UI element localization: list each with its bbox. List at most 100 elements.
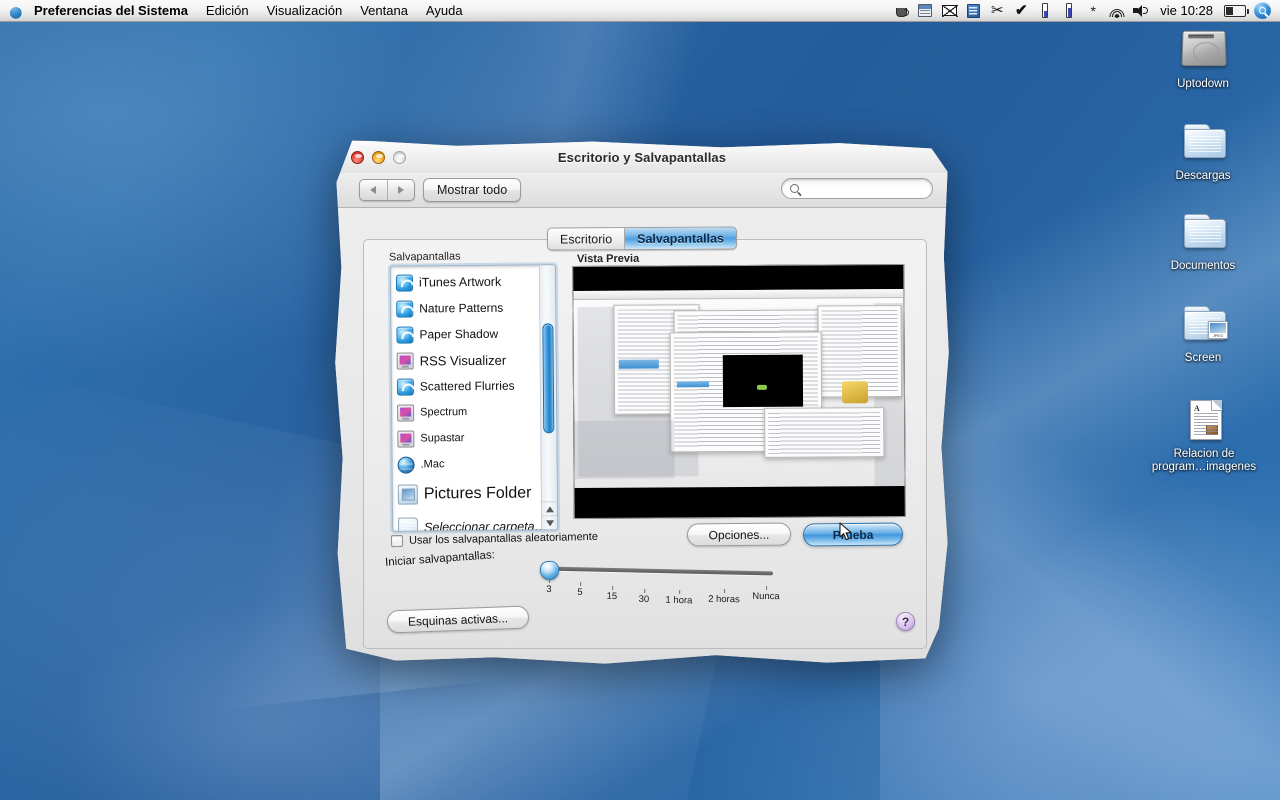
wifi-icon[interactable] bbox=[1105, 0, 1129, 22]
list-item[interactable]: Scattered Flurries bbox=[395, 372, 540, 399]
list-item-label: Pictures Folder bbox=[423, 484, 532, 503]
desktop-icon-label: Uptodown bbox=[1177, 78, 1229, 90]
window-title: Escritorio y Salvapantallas bbox=[557, 150, 727, 165]
bluetooth-icon[interactable]: * bbox=[1081, 0, 1105, 22]
slider-tick-label: 15 bbox=[606, 590, 618, 603]
desktop-icon-descargas[interactable]: Descargas bbox=[1148, 118, 1258, 183]
list-item[interactable]: .Mac bbox=[395, 450, 540, 477]
slider-tick-label: 3 bbox=[546, 583, 552, 596]
slider-track[interactable] bbox=[546, 566, 774, 576]
checkmark-icon[interactable]: ✔ bbox=[1009, 0, 1033, 22]
idle-time-slider[interactable]: 3 5 15 30 1 hora 2 horas Nunca bbox=[535, 555, 780, 606]
back-arrow-icon bbox=[370, 186, 377, 194]
screensavers-list-label: Salvapantallas bbox=[388, 250, 461, 264]
search-input[interactable] bbox=[804, 182, 919, 195]
apple-logo-icon bbox=[7, 2, 23, 19]
screensaver-swirl-icon bbox=[396, 378, 414, 396]
menu-item-visualizacion[interactable]: Visualización bbox=[258, 0, 352, 22]
scroll-down-button[interactable] bbox=[542, 515, 558, 530]
system-preferences-window[interactable]: Escritorio y Salvapantallas Mostrar todo… bbox=[334, 140, 950, 670]
search-icon bbox=[790, 184, 799, 193]
list-item-label: Scattered Flurries bbox=[419, 378, 515, 394]
screensaver-monitor-icon bbox=[397, 404, 415, 422]
menu-item-ayuda[interactable]: Ayuda bbox=[417, 0, 472, 22]
test-button[interactable]: Prueba bbox=[802, 522, 904, 547]
options-button[interactable]: Opciones... bbox=[686, 522, 792, 547]
folder-image-icon bbox=[1176, 300, 1230, 348]
desktop-icon-documentos[interactable]: Documentos bbox=[1148, 208, 1258, 273]
preview-menubar bbox=[573, 288, 904, 301]
list-item-label: Seleccionar carpeta… bbox=[424, 519, 548, 532]
list-item-label: iTunes Artwork bbox=[418, 274, 502, 290]
search-field[interactable] bbox=[781, 178, 933, 199]
spotlight-search-icon[interactable] bbox=[1250, 0, 1274, 22]
volume-icon[interactable] bbox=[1129, 0, 1153, 22]
desktop-icon-uptodown[interactable]: Uptodown bbox=[1148, 26, 1258, 91]
chevron-down-icon bbox=[545, 519, 554, 526]
battery-icon[interactable] bbox=[1220, 0, 1250, 22]
menu-bar-clock[interactable]: vie 10:28 bbox=[1153, 0, 1220, 22]
screensaver-swirl-icon bbox=[395, 274, 414, 292]
pictures-folder-icon bbox=[397, 484, 418, 505]
tab-bar[interactable]: Escritorio Salvapantallas bbox=[546, 226, 738, 251]
forward-button[interactable] bbox=[386, 180, 415, 200]
slider-tick-label: 5 bbox=[577, 586, 583, 599]
list-item[interactable]: iTunes Artwork bbox=[394, 268, 539, 295]
screensaver-preview[interactable] bbox=[572, 263, 906, 520]
desktop-icon-label: Descargas bbox=[1175, 170, 1231, 182]
list-item[interactable]: Pictures Folder bbox=[396, 476, 541, 511]
apple-menu-button[interactable] bbox=[0, 0, 30, 22]
menu-bar: Preferencias del Sistema Edición Visuali… bbox=[0, 0, 1280, 22]
list-item-label: .Mac bbox=[420, 458, 445, 471]
slider-tick-label: 2 horas bbox=[708, 593, 740, 606]
desktop-icon-label: Screen bbox=[1184, 352, 1222, 364]
random-screensaver-checkbox[interactable] bbox=[390, 534, 404, 548]
calendar-icon[interactable] bbox=[913, 0, 937, 22]
show-all-button[interactable]: Mostrar todo bbox=[423, 178, 522, 202]
scissors-icon[interactable]: ✂ bbox=[985, 0, 1009, 22]
menu-item-ventana[interactable]: Ventana bbox=[351, 0, 417, 22]
screensaver-list[interactable]: iTunes Artwork Nature Patterns Paper Sha… bbox=[389, 264, 559, 532]
desktop-icon-relacion-programas[interactable]: A Relacion de program…imagenes bbox=[1138, 396, 1270, 474]
document-icon: A bbox=[1177, 396, 1231, 444]
list-scrollbar[interactable] bbox=[538, 265, 558, 530]
screensaver-monitor-icon bbox=[396, 352, 414, 370]
folder-icon bbox=[1176, 118, 1230, 166]
meter-icon[interactable] bbox=[1033, 0, 1057, 22]
menu-item-system-preferences[interactable]: Preferencias del Sistema bbox=[30, 0, 197, 22]
screensaver-list-scroll: iTunes Artwork Nature Patterns Paper Sha… bbox=[391, 265, 547, 532]
nav-back-forward[interactable] bbox=[359, 179, 415, 201]
list-item-label: Supastar bbox=[420, 432, 465, 445]
list-item[interactable]: Supastar bbox=[395, 424, 540, 451]
back-button[interactable] bbox=[360, 180, 387, 200]
meter-icon[interactable] bbox=[1057, 0, 1081, 22]
list-item[interactable]: Paper Shadow bbox=[394, 320, 539, 347]
scroll-up-button[interactable] bbox=[541, 501, 558, 516]
desktop-icon-screen[interactable]: Screen bbox=[1148, 300, 1258, 365]
desktop-icon-label: Documentos bbox=[1170, 260, 1236, 272]
coffee-cup-icon[interactable] bbox=[889, 0, 913, 22]
help-button[interactable]: ? bbox=[896, 612, 915, 631]
window-surface: Escritorio y Salvapantallas Mostrar todo… bbox=[335, 140, 949, 664]
tab-escritorio[interactable]: Escritorio bbox=[547, 228, 625, 250]
mail-icon[interactable] bbox=[937, 0, 961, 22]
slider-tick-label: 30 bbox=[638, 593, 650, 606]
preview-label: Vista Previa bbox=[576, 252, 640, 266]
hard-drive-icon bbox=[1176, 26, 1230, 74]
desktop: Preferencias del Sistema Edición Visuali… bbox=[0, 0, 1280, 800]
screensaver-monitor-icon bbox=[397, 430, 415, 448]
menu-item-edicion[interactable]: Edición bbox=[197, 0, 258, 22]
screensaver-globe-icon bbox=[397, 456, 415, 474]
choose-folder-icon bbox=[398, 517, 419, 532]
list-item[interactable]: Seleccionar carpeta… bbox=[396, 510, 547, 532]
blue-app-icon[interactable] bbox=[961, 0, 985, 22]
folder-icon bbox=[1176, 208, 1230, 256]
list-item[interactable]: RSS Visualizer bbox=[395, 346, 540, 373]
tab-salvapantallas[interactable]: Salvapantallas bbox=[624, 227, 737, 250]
slider-ticks: 3 5 15 30 1 hora 2 horas Nunca bbox=[535, 577, 780, 606]
screensaver-swirl-icon bbox=[396, 300, 414, 318]
list-item[interactable]: Spectrum bbox=[395, 398, 540, 425]
slider-tick-label: 1 hora bbox=[665, 594, 693, 607]
scrollbar-thumb[interactable] bbox=[542, 323, 555, 434]
list-item[interactable]: Nature Patterns bbox=[394, 294, 539, 321]
